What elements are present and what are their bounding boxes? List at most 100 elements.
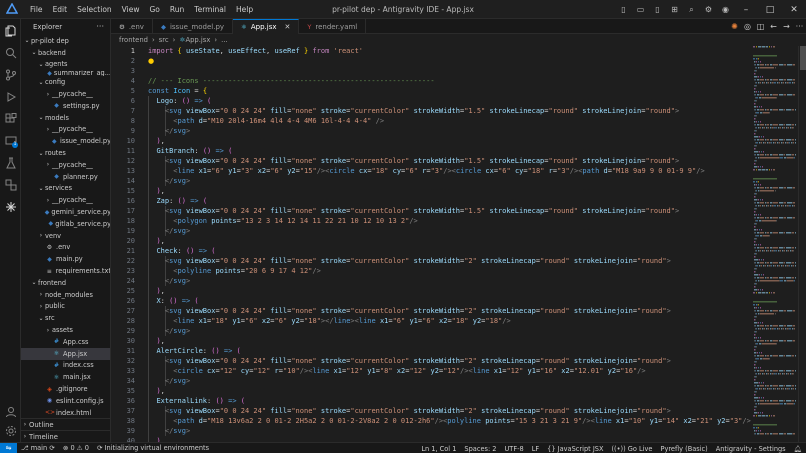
go-live-button[interactable]: ((•)) Go Live [607,445,656,453]
minimap-line [758,121,759,123]
tree-folder[interactable]: ⌄ src [21,312,110,324]
tree-folder[interactable]: ⌄ config [21,76,110,88]
split-editor-icon[interactable]: ◫ [754,22,767,31]
go-back-icon[interactable]: ← [767,22,780,31]
tree-file[interactable]: ⚛ main.jsx [21,371,110,383]
search-icon[interactable] [3,45,18,60]
timeline-section[interactable]: › Timeline [21,430,110,442]
antigravity-agent-icon[interactable]: ✺ [728,22,741,31]
tree-file[interactable]: ⚙ .env [21,242,110,254]
tree-file[interactable]: ◆ gitlab_service.py [21,218,110,230]
search-icon[interactable]: ⌕ [685,3,698,16]
account-icon[interactable] [3,404,18,419]
tree-folder[interactable]: › node_modules [21,289,110,301]
maximize-button[interactable]: □ [758,5,782,15]
minimap-line [754,247,755,249]
tree-file[interactable]: # App.css [21,336,110,348]
menu-help[interactable]: Help [231,5,258,14]
containers-icon[interactable] [3,177,18,192]
editor-tab[interactable]: Yrender.yaml [299,19,367,34]
tree-file[interactable]: ◆ settings.py [21,100,110,112]
outline-section[interactable]: › Outline [21,418,110,430]
tree-folder[interactable]: › venv [21,230,110,242]
toggle-panel-icon[interactable]: ▭ [634,3,647,16]
gear-icon[interactable]: ⚙ [702,3,715,16]
tree-file[interactable]: ◆ issue_model.py [21,135,110,147]
indentation-status[interactable]: Spaces: 2 [460,445,500,453]
editor-tab[interactable]: ⚛ App.jsx ✕ [233,19,300,34]
tree-folder[interactable]: › __pycache__ [21,194,110,206]
breadcrumb-item[interactable]: src [159,36,169,44]
tree-folder[interactable]: › public [21,301,110,313]
tree-file[interactable]: ⚛ App.jsx [21,347,110,360]
compare-icon[interactable]: ◎ [741,22,754,31]
tree-file[interactable]: ◉ eslint.config.js [21,395,110,407]
more-actions-icon[interactable]: ··· [793,22,806,31]
menu-selection[interactable]: Selection [72,5,117,14]
editor-tab[interactable]: ⚙ .env [111,19,153,34]
menu-view[interactable]: View [117,5,145,14]
tree-folder[interactable]: ⌄ services [21,183,110,195]
menu-edit[interactable]: Edit [48,5,73,14]
run-debug-icon[interactable] [3,89,18,104]
cursor-position[interactable]: Ln 1, Col 1 [417,445,460,453]
minimap-line [755,85,756,87]
pyrefly-status[interactable]: Pyrefly (Basic) [656,445,711,453]
toggle-sidebar-icon[interactable]: ▯ [617,3,630,16]
tree-folder[interactable]: ⌄ agents [21,59,110,71]
testing-icon[interactable] [3,155,18,170]
tree-folder[interactable]: ⌄ frontend [21,277,110,289]
extensions-icon[interactable] [3,111,18,126]
tree-folder[interactable]: ⌄ routes [21,147,110,159]
breadcrumb-item[interactable]: ... [221,36,227,44]
tree-file[interactable]: ◈ .gitignore [21,383,110,395]
menu-run[interactable]: Run [165,5,189,14]
menu-file[interactable]: File [25,5,48,14]
toggle-secondary-sidebar-icon[interactable]: ▯ [651,3,664,16]
encoding-status[interactable]: UTF-8 [500,445,527,453]
tree-folder[interactable]: ⌄ models [21,112,110,124]
close-tab-icon[interactable]: ✕ [285,23,291,31]
tree-file[interactable]: ◆ main.py [21,253,110,265]
menu-terminal[interactable]: Terminal [189,5,231,14]
notifications-bell-icon[interactable]: 🔔︎ [790,445,806,453]
breadcrumb-item[interactable]: App.jsx [185,36,210,44]
remote-indicator-icon[interactable]: ⇋ [0,442,17,453]
remote-explorer-icon[interactable]: 1 [3,133,18,148]
breadcrumb-item[interactable]: frontend [119,36,148,44]
explorer-icon[interactable] [3,23,18,38]
tree-folder[interactable]: ⌄ backend [21,47,110,59]
minimap[interactable] [751,46,798,442]
problems-status[interactable]: ⊗ 0 ⚠ 0 [59,444,93,452]
account-icon[interactable]: ◉ [719,3,732,16]
close-window-button[interactable]: ✕ [782,5,806,15]
scrollbar-thumb[interactable] [800,46,806,70]
tree-file[interactable]: ≡ requirements.txt [21,265,110,277]
tree-file[interactable]: # index.css [21,360,110,372]
menu-go[interactable]: Go [144,5,164,14]
tree-folder[interactable]: › __pycache__ [21,88,110,100]
tree-folder[interactable]: › assets [21,324,110,336]
language-mode[interactable]: {} JavaScript JSX [543,445,607,453]
agent-icon[interactable] [3,199,18,214]
go-forward-icon[interactable]: → [780,22,793,31]
more-actions-icon[interactable]: ··· [96,22,104,31]
tree-file[interactable]: ◆ planner.py [21,171,110,183]
tree-file[interactable]: <> index.html [21,407,110,419]
minimap-line [762,235,763,237]
source-control-icon[interactable] [3,67,18,82]
tree-folder[interactable]: › __pycache__ [21,159,110,171]
tree-folder[interactable]: › __pycache__ [21,124,110,136]
editor-tab[interactable]: ◆ issue_model.py [153,19,234,34]
minimap-line [754,208,755,210]
tree-folder[interactable]: ⌄ pr-pilot dep [21,35,110,47]
antigravity-settings-status[interactable]: Antigravity - Settings [712,445,790,453]
branch-status[interactable]: ⎇ main ⟳ [17,444,59,452]
manage-gear-icon[interactable] [3,423,18,438]
code-editor[interactable]: ● 1 import { useState, useEffect, useRef … [111,46,751,442]
vertical-scrollbar[interactable] [798,46,806,442]
layout-icon[interactable]: ⊞ [668,3,681,16]
minimize-button[interactable]: – [734,5,758,15]
eol-status[interactable]: LF [528,445,543,453]
tree-file[interactable]: ◆ gemini_service.py [21,206,110,218]
